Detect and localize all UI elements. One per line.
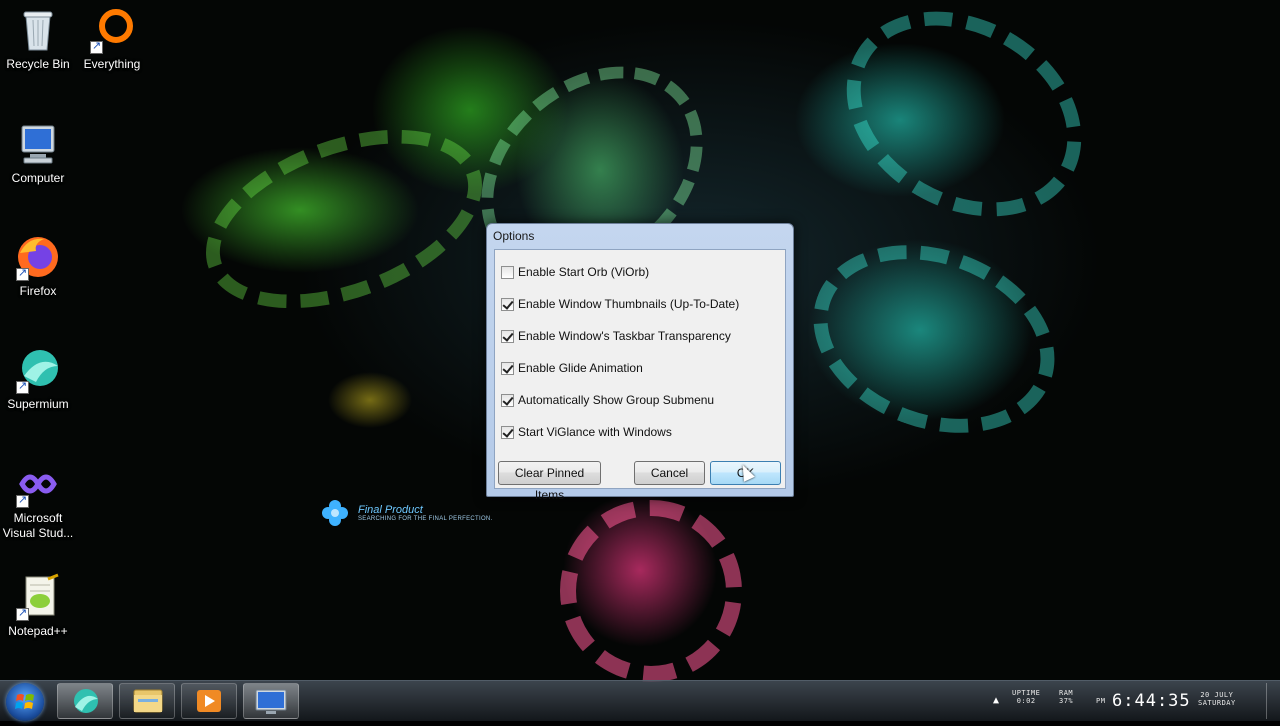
desktop-icon-label: Microsoft Visual Stud... [2, 511, 74, 540]
logo-title: Final Product [358, 504, 423, 516]
checkbox[interactable] [501, 361, 514, 375]
windows-logo-icon [15, 694, 34, 709]
wallpaper-pink-swirl [560, 500, 742, 682]
ram-widget: RAM 37% [1059, 689, 1073, 715]
option-enable-taskbar-transparency[interactable]: Enable Window's Taskbar Transparency [501, 328, 731, 344]
remote-desktop-icon [255, 689, 287, 714]
supermium-icon [14, 346, 62, 394]
firefox-icon [14, 233, 62, 281]
desktop-icon-supermium[interactable]: Supermium [0, 346, 76, 412]
show-desktop-button[interactable] [1266, 683, 1279, 719]
date-value: 20 JULY [1200, 691, 1234, 699]
media-player-icon [197, 690, 221, 712]
checkbox[interactable] [501, 265, 514, 279]
recycle-bin-icon [14, 6, 62, 54]
file-explorer-icon [133, 689, 163, 713]
desktop-icon-label: Supermium [7, 397, 69, 411]
ram-label: RAM [1059, 689, 1074, 697]
cancel-button[interactable]: Cancel [634, 461, 705, 485]
taskbar: ▲ UPTIME 0:02 RAM 37% PM 6:44:35 20 JULY… [0, 680, 1280, 721]
option-enable-start-orb[interactable]: Enable Start Orb (ViOrb) [501, 264, 649, 280]
wallpaper-green-swirl [181, 95, 507, 343]
ram-value: 37% [1059, 697, 1074, 705]
checkbox[interactable] [501, 297, 514, 311]
uptime-label: UPTIME [1012, 689, 1041, 697]
option-label: Enable Glide Animation [518, 361, 643, 375]
options-dialog: Options Enable Start Orb (ViOrb) Enable … [486, 223, 794, 502]
desktop-icon-label: Computer [11, 171, 65, 185]
taskbar-button-supermium[interactable] [57, 683, 113, 719]
shortcut-arrow-icon [16, 493, 29, 508]
option-label: Start ViGlance with Windows [518, 425, 672, 439]
shortcut-arrow-icon [16, 606, 29, 621]
wallpaper-logo: Final Product SEARCHING FOR THE FINAL PE… [320, 498, 493, 528]
logo-tagline: SEARCHING FOR THE FINAL PERFECTION. [358, 516, 493, 522]
desktop-icon-notepad-plus-plus[interactable]: Notepad++ [0, 573, 76, 639]
shortcut-arrow-icon [16, 379, 29, 394]
dialog-client-area: Enable Start Orb (ViOrb) Enable Window T… [494, 249, 786, 502]
option-label: Enable Window's Taskbar Transparency [518, 329, 731, 343]
weekday-value: SATURDAY [1198, 699, 1236, 707]
desktop-icon-label: Firefox [19, 284, 57, 298]
checkbox[interactable] [501, 329, 514, 343]
visual-studio-icon [14, 460, 62, 508]
desktop-icon-recycle-bin[interactable]: Recycle Bin [0, 6, 76, 72]
shortcut-arrow-icon [16, 266, 29, 281]
taskbar-button-file-explorer[interactable] [119, 683, 175, 719]
clear-pinned-items-button[interactable]: Clear Pinned Items [498, 461, 601, 502]
option-enable-glide-animation[interactable]: Enable Glide Animation [501, 360, 643, 376]
dialog-title[interactable]: Options [487, 224, 793, 248]
taskbar-button-media-player[interactable] [181, 683, 237, 719]
wallpaper-teal-swirl-bottom [787, 212, 1081, 466]
option-label: Automatically Show Group Submenu [518, 393, 715, 407]
notepad-plus-plus-icon [14, 573, 62, 621]
checkbox[interactable] [501, 393, 514, 407]
option-label: Enable Window Thumbnails (Up-To-Date) [518, 297, 740, 311]
option-start-with-windows[interactable]: Start ViGlance with Windows [501, 424, 672, 440]
checkbox[interactable] [501, 425, 514, 439]
date-widget[interactable]: 20 JULY SATURDAY [1198, 691, 1236, 717]
option-label: Enable Start Orb (ViOrb) [518, 265, 650, 279]
show-hidden-icons-button[interactable]: ▲ [993, 681, 999, 721]
everything-icon [88, 6, 136, 54]
desktop-icon-computer[interactable]: Computer [0, 120, 76, 186]
desktop-icon-firefox[interactable]: Firefox [0, 233, 76, 299]
desktop-icon-label: Notepad++ [8, 624, 68, 638]
flower-logo-icon [320, 498, 350, 528]
clock-time[interactable]: 6:44:35 [1112, 681, 1191, 721]
uptime-widget: UPTIME 0:02 [1012, 689, 1040, 715]
option-show-group-submenu[interactable]: Automatically Show Group Submenu [501, 392, 714, 408]
computer-icon [14, 120, 62, 168]
desktop-icon-label: Recycle Bin [6, 57, 70, 71]
desktop-icon-visual-studio[interactable]: Microsoft Visual Stud... [0, 460, 76, 541]
start-orb-button[interactable] [6, 683, 44, 721]
desktop-icon-everything[interactable]: Everything [74, 6, 150, 72]
wallpaper-teal-swirl-top [809, 0, 1119, 258]
uptime-value: 0:02 [1016, 697, 1036, 705]
option-enable-window-thumbnails[interactable]: Enable Window Thumbnails (Up-To-Date) [501, 296, 739, 312]
taskbar-button-remote-desktop[interactable] [243, 683, 299, 719]
shortcut-arrow-icon [90, 39, 103, 54]
clock-ampm: PM [1096, 697, 1106, 705]
supermium-icon [74, 689, 98, 713]
desktop-icon-label: Everything [83, 57, 141, 71]
